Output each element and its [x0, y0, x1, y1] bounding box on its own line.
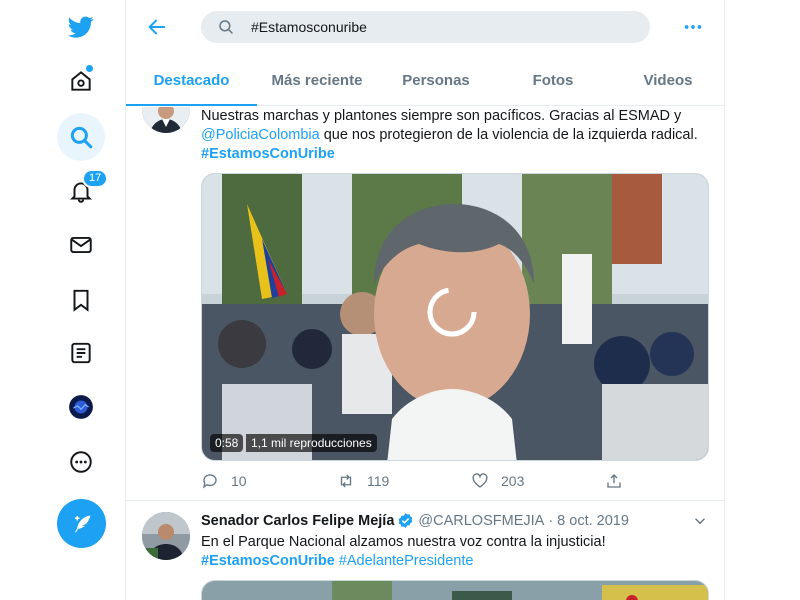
tweet-image[interactable] [201, 580, 709, 600]
author-name[interactable]: Senador Carlos Felipe Mejía [201, 513, 394, 529]
video-thumbnail [202, 174, 708, 460]
author-avatar[interactable] [142, 107, 190, 133]
search-icon [219, 20, 233, 34]
tweet[interactable]: Senador Carlos Felipe Mejía @CARLOSFMEJI… [126, 502, 725, 600]
profile-avatar-icon[interactable] [57, 383, 105, 431]
search-query-text: #Estamosconuribe [251, 19, 367, 35]
reply-button[interactable]: 10 [201, 472, 337, 490]
heart-icon [472, 473, 488, 488]
compose-tweet-button[interactable] [57, 499, 106, 548]
author-handle[interactable]: @CARLOSFMEJIA [418, 513, 544, 529]
tab-personas[interactable]: Personas [377, 56, 495, 105]
share-button[interactable] [605, 472, 635, 490]
tab-fotos[interactable]: Fotos [495, 56, 611, 105]
hashtag-link[interactable]: #AdelantePresidente [339, 553, 474, 569]
reply-icon [202, 474, 217, 489]
back-arrow-icon [148, 19, 166, 35]
tweet-header: Senador Carlos Felipe Mejía @CARLOSFMEJI… [201, 512, 629, 529]
video-player[interactable]: 0:58 1,1 mil reproducciones [201, 173, 709, 461]
tab-destacado[interactable]: Destacado [126, 56, 257, 106]
tab-videos[interactable]: Videos [611, 56, 725, 105]
notifications-badge: 17 [82, 169, 109, 188]
tweet-text: En el Parque Nacional alzamos nuestra vo… [201, 534, 606, 569]
hashtag-link[interactable]: #EstamosConUribe [201, 553, 335, 569]
reply-count: 10 [231, 473, 247, 489]
author-avatar[interactable] [142, 512, 190, 560]
retweet-button[interactable]: 119 [337, 472, 471, 490]
like-button[interactable]: 203 [471, 472, 605, 490]
hashtag-link[interactable]: #EstamosConUribe [201, 146, 335, 162]
more-menu-button[interactable] [678, 14, 708, 40]
sidebar-nav: 17 [0, 0, 126, 600]
tweet-date[interactable]: 8 oct. 2019 [557, 513, 629, 529]
compose-feather-icon [74, 515, 90, 532]
verified-badge-icon [399, 513, 413, 528]
mention-link[interactable]: @PoliciaColombia [201, 127, 320, 143]
more-options-icon[interactable] [57, 438, 105, 486]
header-separator: · [548, 512, 554, 529]
like-count: 203 [501, 473, 525, 489]
video-view-count: 1,1 mil reproducciones [246, 434, 377, 452]
tweet-image-preview [202, 581, 708, 600]
retweet-count: 119 [367, 473, 390, 489]
chevron-down-icon[interactable] [691, 512, 709, 530]
search-tabs: Destacado Más reciente Personas Fotos Vi… [126, 56, 725, 106]
tweet-text: Nuestras marchas y plantones siempre son… [201, 108, 698, 162]
more-dots-icon [684, 25, 702, 29]
home-icon[interactable] [57, 57, 105, 105]
tweet[interactable]: Nuestras marchas y plantones siempre son… [126, 107, 725, 501]
notifications-bell-icon[interactable]: 17 [57, 167, 109, 215]
messages-envelope-icon[interactable] [57, 221, 105, 269]
explore-search-icon[interactable] [57, 113, 105, 161]
search-input[interactable]: #Estamosconuribe [201, 11, 650, 43]
tweet-actions: 10 119 203 [201, 469, 641, 493]
new-content-dot [86, 65, 93, 72]
tab-mas-reciente[interactable]: Más reciente [257, 56, 377, 105]
bookmarks-icon[interactable] [57, 276, 105, 324]
main-column: #Estamosconuribe Destacado Más reciente … [126, 0, 725, 600]
back-button[interactable] [142, 12, 172, 42]
share-icon [607, 474, 621, 488]
twitter-logo-icon[interactable] [57, 3, 105, 51]
lists-icon[interactable] [57, 329, 105, 377]
video-duration: 0:58 [210, 434, 244, 452]
retweet-icon [340, 474, 352, 488]
